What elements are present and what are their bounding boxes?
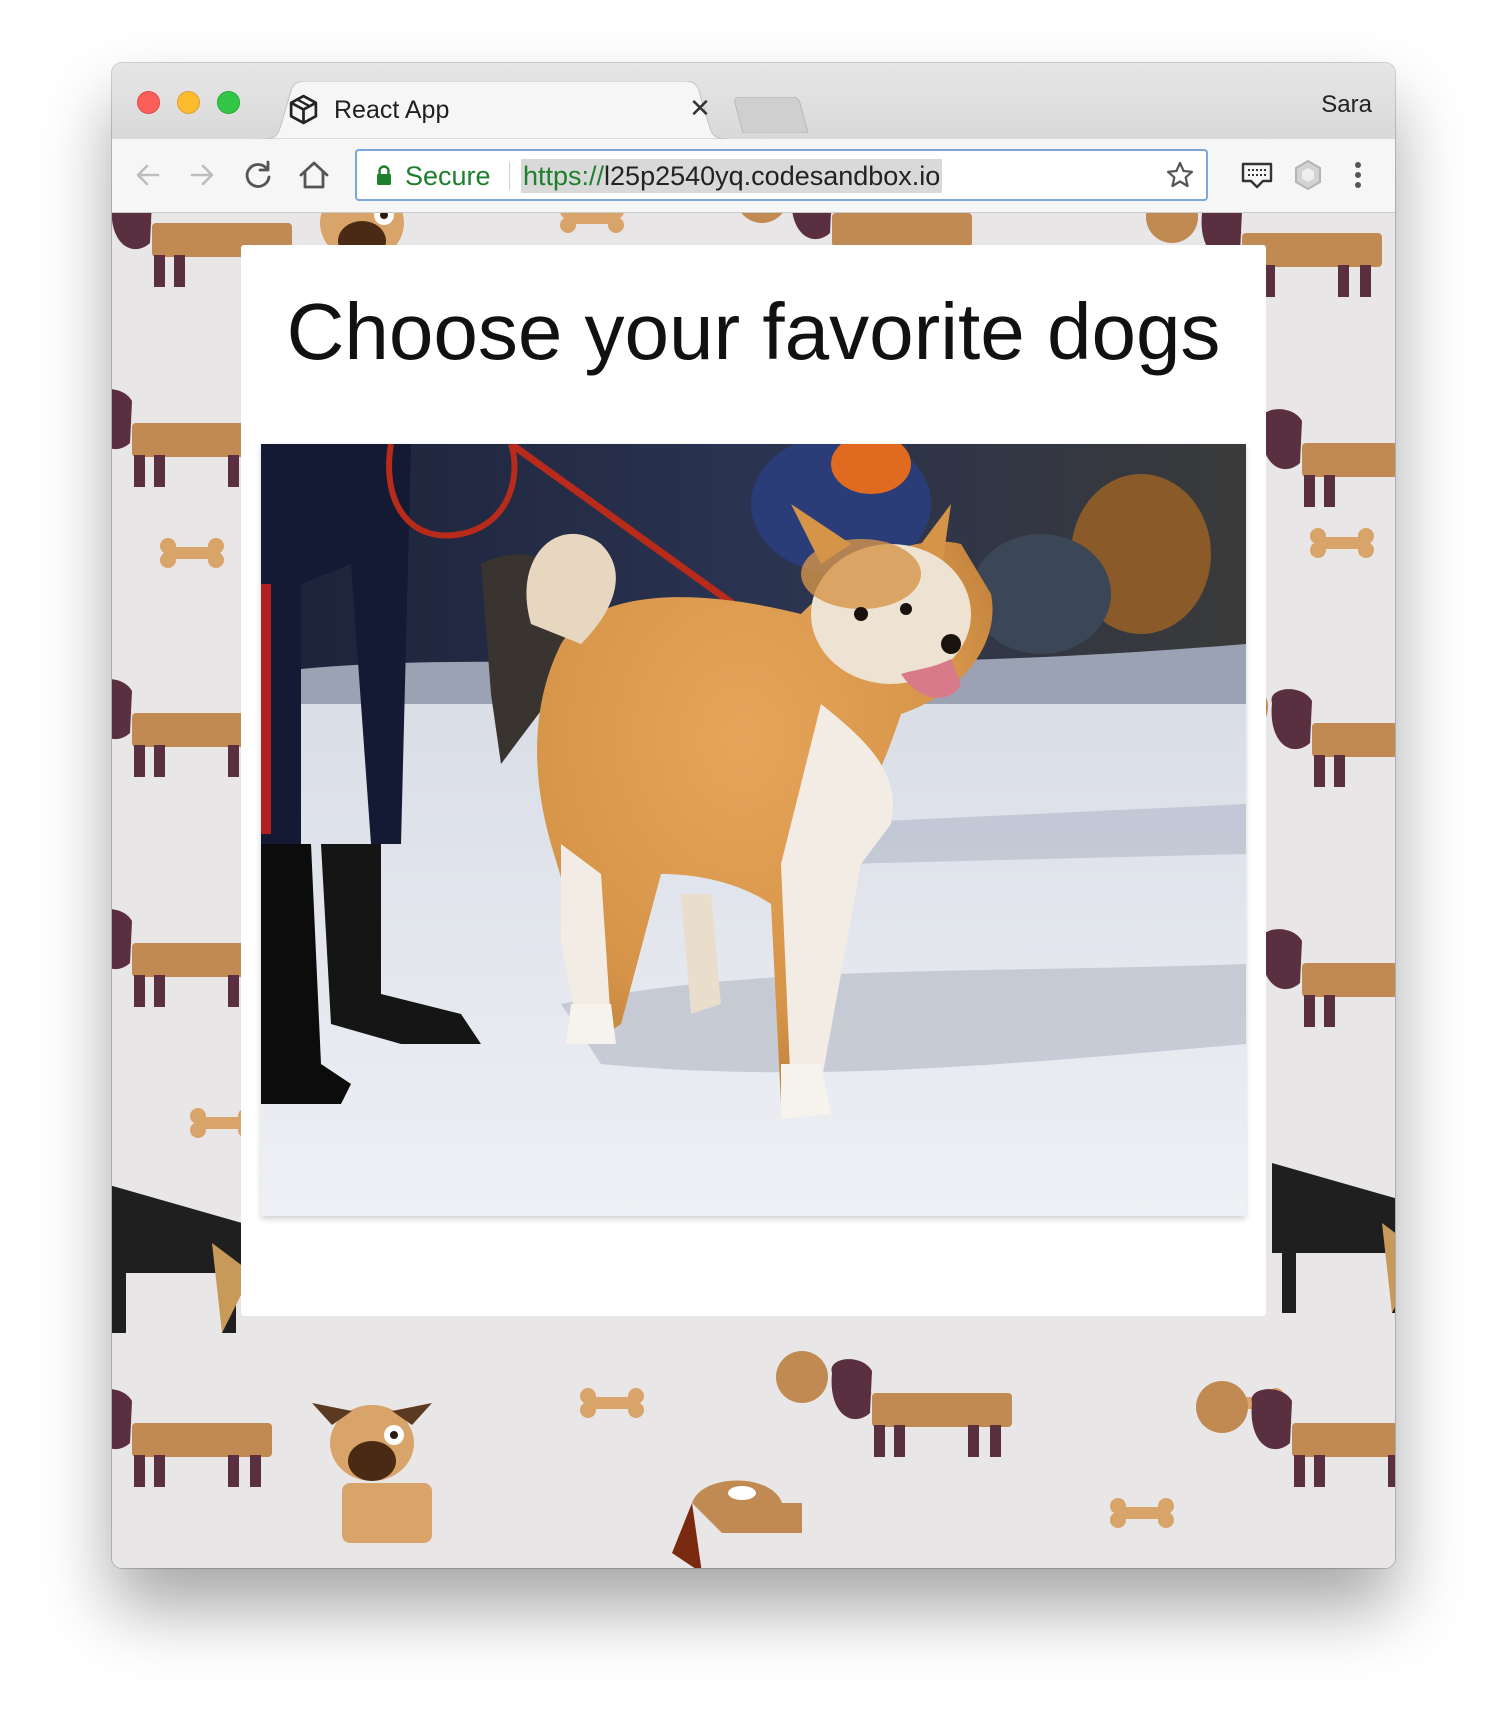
title-bar: React App ✕ Sara [112, 63, 1395, 139]
window-minimize-button[interactable] [177, 91, 200, 114]
arrow-right-icon [190, 164, 214, 186]
secure-label: Secure [405, 161, 491, 191]
page-title: Choose your favorite dogs [286, 287, 1221, 376]
url-text[interactable]: https://l25p2540yq.codesandbox.io [521, 159, 943, 193]
profile-name-button[interactable]: Sara [1321, 91, 1372, 119]
new-tab-button[interactable] [733, 97, 813, 133]
content-card: Choose your favorite dogs [241, 245, 1266, 1316]
window-close-button[interactable] [137, 91, 160, 114]
kebab-menu-icon [1355, 162, 1361, 188]
arrow-left-icon [136, 164, 160, 186]
browser-window: React App ✕ Sara Secure https://l25p2540… [112, 63, 1395, 1568]
reload-button[interactable] [240, 157, 276, 193]
akita-dog-image [261, 444, 1246, 1216]
tab-shape [262, 81, 728, 139]
reload-icon [245, 160, 271, 188]
tab-close-icon[interactable]: ✕ [687, 95, 713, 121]
window-maximize-button[interactable] [217, 91, 240, 114]
codesandbox-cube-icon [289, 94, 318, 125]
address-bar[interactable]: Secure https://l25p2540yq.codesandbox.io [355, 149, 1208, 201]
extension-hexagon-icon [1295, 159, 1321, 191]
extension-button[interactable] [1290, 157, 1326, 193]
forward-button[interactable] [184, 157, 220, 193]
url-host: l25p2540yq.codesandbox.io [604, 161, 941, 191]
home-icon [299, 161, 329, 189]
screen-reader-icon [1241, 162, 1273, 189]
tab-react-app[interactable] [262, 81, 728, 139]
tab-title: React App [334, 96, 450, 124]
omnibox-divider [509, 162, 510, 190]
home-button[interactable] [296, 157, 332, 193]
page-viewport: Choose your favorite dogs [112, 213, 1395, 1568]
browser-menu-button[interactable] [1340, 157, 1376, 193]
screen-reader-extension-button[interactable] [1239, 157, 1275, 193]
dog-photo[interactable] [261, 444, 1246, 1216]
bookmark-star-icon[interactable] [1165, 160, 1195, 190]
browser-toolbar: Secure https://l25p2540yq.codesandbox.io [112, 139, 1395, 213]
url-scheme: https:// [523, 161, 605, 191]
lock-icon [377, 165, 391, 185]
back-button[interactable] [130, 157, 166, 193]
